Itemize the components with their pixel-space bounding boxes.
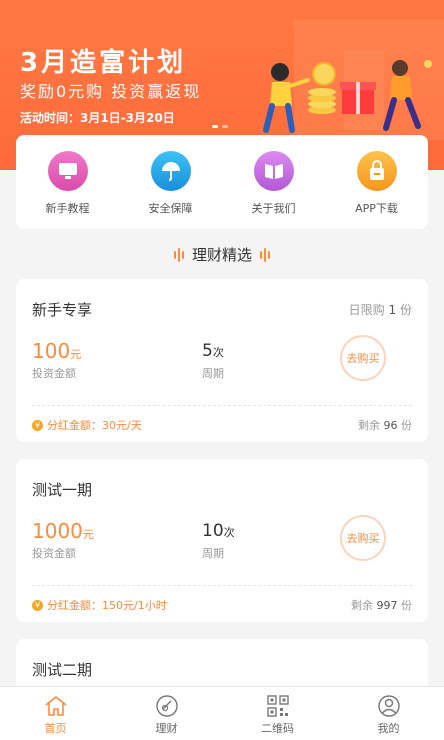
bars-decoration-icon xyxy=(260,247,270,262)
dashed-divider xyxy=(32,405,412,406)
banner-subtitle: 奖励0元购 投资赢返现 xyxy=(20,82,202,101)
banner-activity-time: 活动时间：3月1日-3月20日 xyxy=(20,111,175,125)
banner-pagination xyxy=(212,125,228,128)
banner-dot-active xyxy=(212,125,218,128)
remaining-stock: 剩余 997 份 xyxy=(351,599,412,612)
monitor-icon xyxy=(47,151,88,191)
remaining-stock: 剩余 96 份 xyxy=(358,419,412,432)
finance-icon xyxy=(155,695,178,717)
nav-item-home[interactable]: 首页 xyxy=(0,687,111,740)
quick-item-security[interactable]: 安全保障 xyxy=(119,135,222,229)
umbrella-icon xyxy=(150,151,191,191)
buy-button[interactable]: 去购买 xyxy=(340,515,386,561)
dashed-divider xyxy=(32,585,412,586)
book-icon xyxy=(253,151,294,191)
coin-icon: ¥ xyxy=(32,599,43,611)
section-title: 理财精选 xyxy=(191,246,252,264)
purchase-limit: 日限购 1 份 xyxy=(348,303,412,317)
quick-item-label: APP下载 xyxy=(355,202,398,215)
product-name: 新手专享 xyxy=(32,301,93,319)
quick-item-label: 安全保障 xyxy=(148,202,193,215)
quick-item-label: 新手教程 xyxy=(45,202,90,215)
banner-illustration xyxy=(263,60,432,133)
home-icon xyxy=(45,696,66,716)
investment-amount-label: 投资金额 xyxy=(32,547,76,560)
nav-label: 我的 xyxy=(377,722,400,735)
period-label: 周期 xyxy=(202,547,224,560)
quick-item-tutorial[interactable]: 新手教程 xyxy=(16,135,119,229)
quick-access-panel: 新手教程 安全保障 关于我们 APP下载 xyxy=(16,135,428,229)
nav-label: 二维码 xyxy=(261,722,294,735)
investment-amount-label: 投资金额 xyxy=(32,367,76,380)
nav-label: 理财 xyxy=(155,722,178,735)
period-value: 5次 xyxy=(202,341,224,361)
user-icon xyxy=(377,695,400,717)
nav-item-profile[interactable]: 我的 xyxy=(333,687,444,740)
bars-decoration-icon xyxy=(173,247,184,262)
product-card[interactable]: 测试一期 1000元 投资金额 10次 周期 去购买 ¥ 分红金额：150元/1小… xyxy=(16,459,428,622)
period-label: 周期 xyxy=(202,367,224,380)
product-card[interactable]: 新手专享 日限购 1 份 100元 投资金额 5次 周期 去购买 ¥ 分红金额：3… xyxy=(16,279,428,442)
banner-dot xyxy=(222,125,228,128)
banner-title: 3月造富计划 xyxy=(20,48,187,78)
section-header: 理财精选 xyxy=(0,244,444,265)
dividend-info: ¥ 分红金额：150元/1小时 xyxy=(32,597,167,613)
download-icon xyxy=(356,151,397,191)
investment-amount: 1000元 xyxy=(32,519,94,543)
nav-label: 首页 xyxy=(44,722,67,735)
nav-item-finance[interactable]: 理财 xyxy=(111,687,222,740)
product-name: 测试二期 xyxy=(32,661,93,679)
qrcode-icon xyxy=(266,695,289,717)
investment-amount: 100元 xyxy=(32,339,82,363)
nav-item-qrcode[interactable]: 二维码 xyxy=(222,687,333,740)
period-value: 10次 xyxy=(202,521,235,541)
product-name: 测试一期 xyxy=(32,481,93,499)
dividend-info: ¥ 分红金额：30元/天 xyxy=(32,417,142,433)
coin-icon: ¥ xyxy=(32,419,43,431)
buy-button[interactable]: 去购买 xyxy=(340,335,386,381)
quick-item-about[interactable]: 关于我们 xyxy=(222,135,325,229)
bottom-nav: 首页 理财 二维码 我的 xyxy=(0,686,444,740)
quick-item-app-download[interactable]: APP下载 xyxy=(325,135,428,229)
quick-item-label: 关于我们 xyxy=(251,202,296,215)
